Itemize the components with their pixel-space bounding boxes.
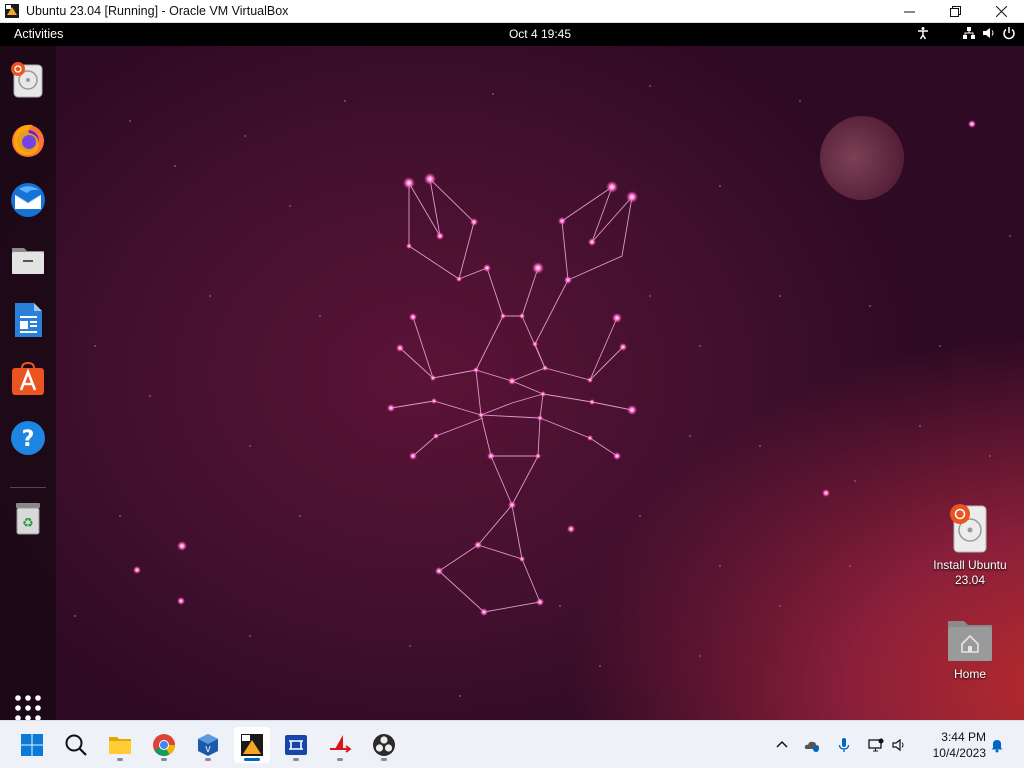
speaker-icon: [892, 738, 904, 752]
running-indicator: [117, 758, 123, 761]
network-icon: [963, 27, 975, 39]
lobster-constellation: [74, 85, 1011, 697]
windows-taskbar: V 3:44 PM 10/4/2023: [0, 720, 1024, 768]
power-icon: [1003, 27, 1015, 40]
display-button[interactable]: [864, 733, 888, 757]
chrome-icon: [153, 734, 175, 756]
close-icon: [995, 6, 1007, 17]
network-app-icon: [285, 735, 307, 755]
desktop-icon-home[interactable]: Home: [925, 617, 1015, 682]
running-indicator: [244, 758, 260, 761]
app-center-icon: [12, 361, 44, 395]
desktop-wallpaper: [0, 46, 1024, 720]
speaker-button[interactable]: [888, 733, 912, 757]
dock-item-show-apps[interactable]: [8, 688, 48, 720]
taskbar-file-explorer[interactable]: [102, 727, 138, 763]
home-folder-icon: [948, 621, 992, 661]
restore-icon: [949, 6, 961, 17]
microphone-button[interactable]: [832, 733, 856, 757]
svg-text:V: V: [205, 745, 211, 754]
onedrive-button[interactable]: [800, 733, 824, 757]
virtualbox-icon: [5, 4, 19, 18]
virtualbox-manager-icon: V: [198, 734, 218, 756]
ubuntu-dock: ? ♻: [0, 46, 56, 720]
dock-item-help[interactable]: ?: [8, 418, 48, 458]
show-hidden-icons-button[interactable]: [770, 733, 794, 757]
dock-item-libreoffice-writer[interactable]: [8, 300, 48, 340]
taskbar-obs[interactable]: [366, 727, 402, 763]
display-icon: [868, 738, 884, 752]
ubuntu-screen: Activities Oct 4 19:45 ? ♻ Install Ubunt…: [0, 23, 1024, 720]
taskbar-virtualbox-vm[interactable]: [234, 727, 270, 763]
desktop-icon-install-ubuntu[interactable]: Install Ubuntu 23.04: [925, 502, 1015, 588]
restore-button[interactable]: [932, 0, 978, 23]
running-indicator: [337, 758, 343, 761]
windows-start-icon: [21, 734, 43, 756]
system-tray: [770, 721, 912, 768]
close-button[interactable]: [978, 0, 1024, 23]
installer-disk-icon: [11, 62, 43, 98]
help-icon: ?: [11, 421, 45, 455]
pdf-app-icon: [330, 735, 352, 753]
taskbar-clock[interactable]: 3:44 PM 10/4/2023: [920, 729, 986, 761]
ubuntu-top-bar: Activities Oct 4 19:45: [0, 23, 1024, 46]
clock-time: 3:44 PM: [941, 730, 986, 744]
desktop-icon-label: Home: [953, 667, 986, 681]
svg-text:?: ?: [22, 427, 35, 452]
dock-item-trash[interactable]: ♻: [8, 498, 48, 538]
dock-item-thunderbird[interactable]: [8, 180, 48, 220]
virtualbox-titlebar: Ubuntu 23.04 [Running] - Oracle VM Virtu…: [0, 0, 1024, 23]
notification-button[interactable]: [985, 733, 1009, 757]
taskbar-chrome[interactable]: [146, 727, 182, 763]
svg-text:♻: ♻: [22, 516, 34, 531]
minimize-button[interactable]: [886, 0, 932, 23]
clock-date: 10/4/2023: [932, 746, 986, 760]
running-indicator: [161, 758, 167, 761]
topbar-clock[interactable]: Oct 4 19:45: [0, 27, 1024, 41]
taskbar-pdf-app[interactable]: [322, 727, 358, 763]
microphone-icon: [838, 738, 850, 752]
dock-item-install-ubuntu[interactable]: [8, 60, 48, 100]
minimize-icon: [903, 11, 915, 13]
installer-disk-icon: [950, 504, 987, 553]
window-title: Ubuntu 23.04 [Running] - Oracle VM Virtu…: [26, 4, 289, 18]
app-grid-icon: [15, 695, 41, 720]
writer-icon: [15, 303, 42, 337]
firefox-icon: [12, 124, 44, 157]
virtualbox-vm-icon: [241, 734, 263, 756]
file-explorer-icon: [109, 737, 131, 754]
dock-item-firefox[interactable]: [8, 120, 48, 160]
dock-item-files[interactable]: [8, 240, 48, 280]
search-button[interactable]: [58, 727, 94, 763]
start-button[interactable]: [14, 727, 50, 763]
notification-bell-icon: [991, 740, 1003, 753]
running-indicator: [205, 758, 211, 761]
obs-icon: [373, 734, 395, 756]
running-indicator: [381, 758, 387, 761]
onedrive-icon: [804, 741, 819, 752]
search-icon: [65, 734, 87, 756]
files-icon: [12, 248, 44, 274]
running-indicator: [293, 758, 299, 761]
chevron-up-icon: [776, 740, 788, 748]
dock-item-app-center[interactable]: [8, 359, 48, 399]
desktop-icon-label: Install Ubuntu 23.04: [933, 558, 1007, 587]
volume-icon: [983, 28, 994, 38]
thunderbird-icon: [11, 183, 45, 217]
accessibility-icon[interactable]: [916, 26, 930, 40]
taskbar-virtualbox[interactable]: V: [190, 727, 226, 763]
dock-separator: [10, 487, 46, 488]
trash-icon: ♻: [16, 503, 40, 535]
system-status-area[interactable]: [916, 26, 1016, 40]
taskbar-network-app[interactable]: [278, 727, 314, 763]
